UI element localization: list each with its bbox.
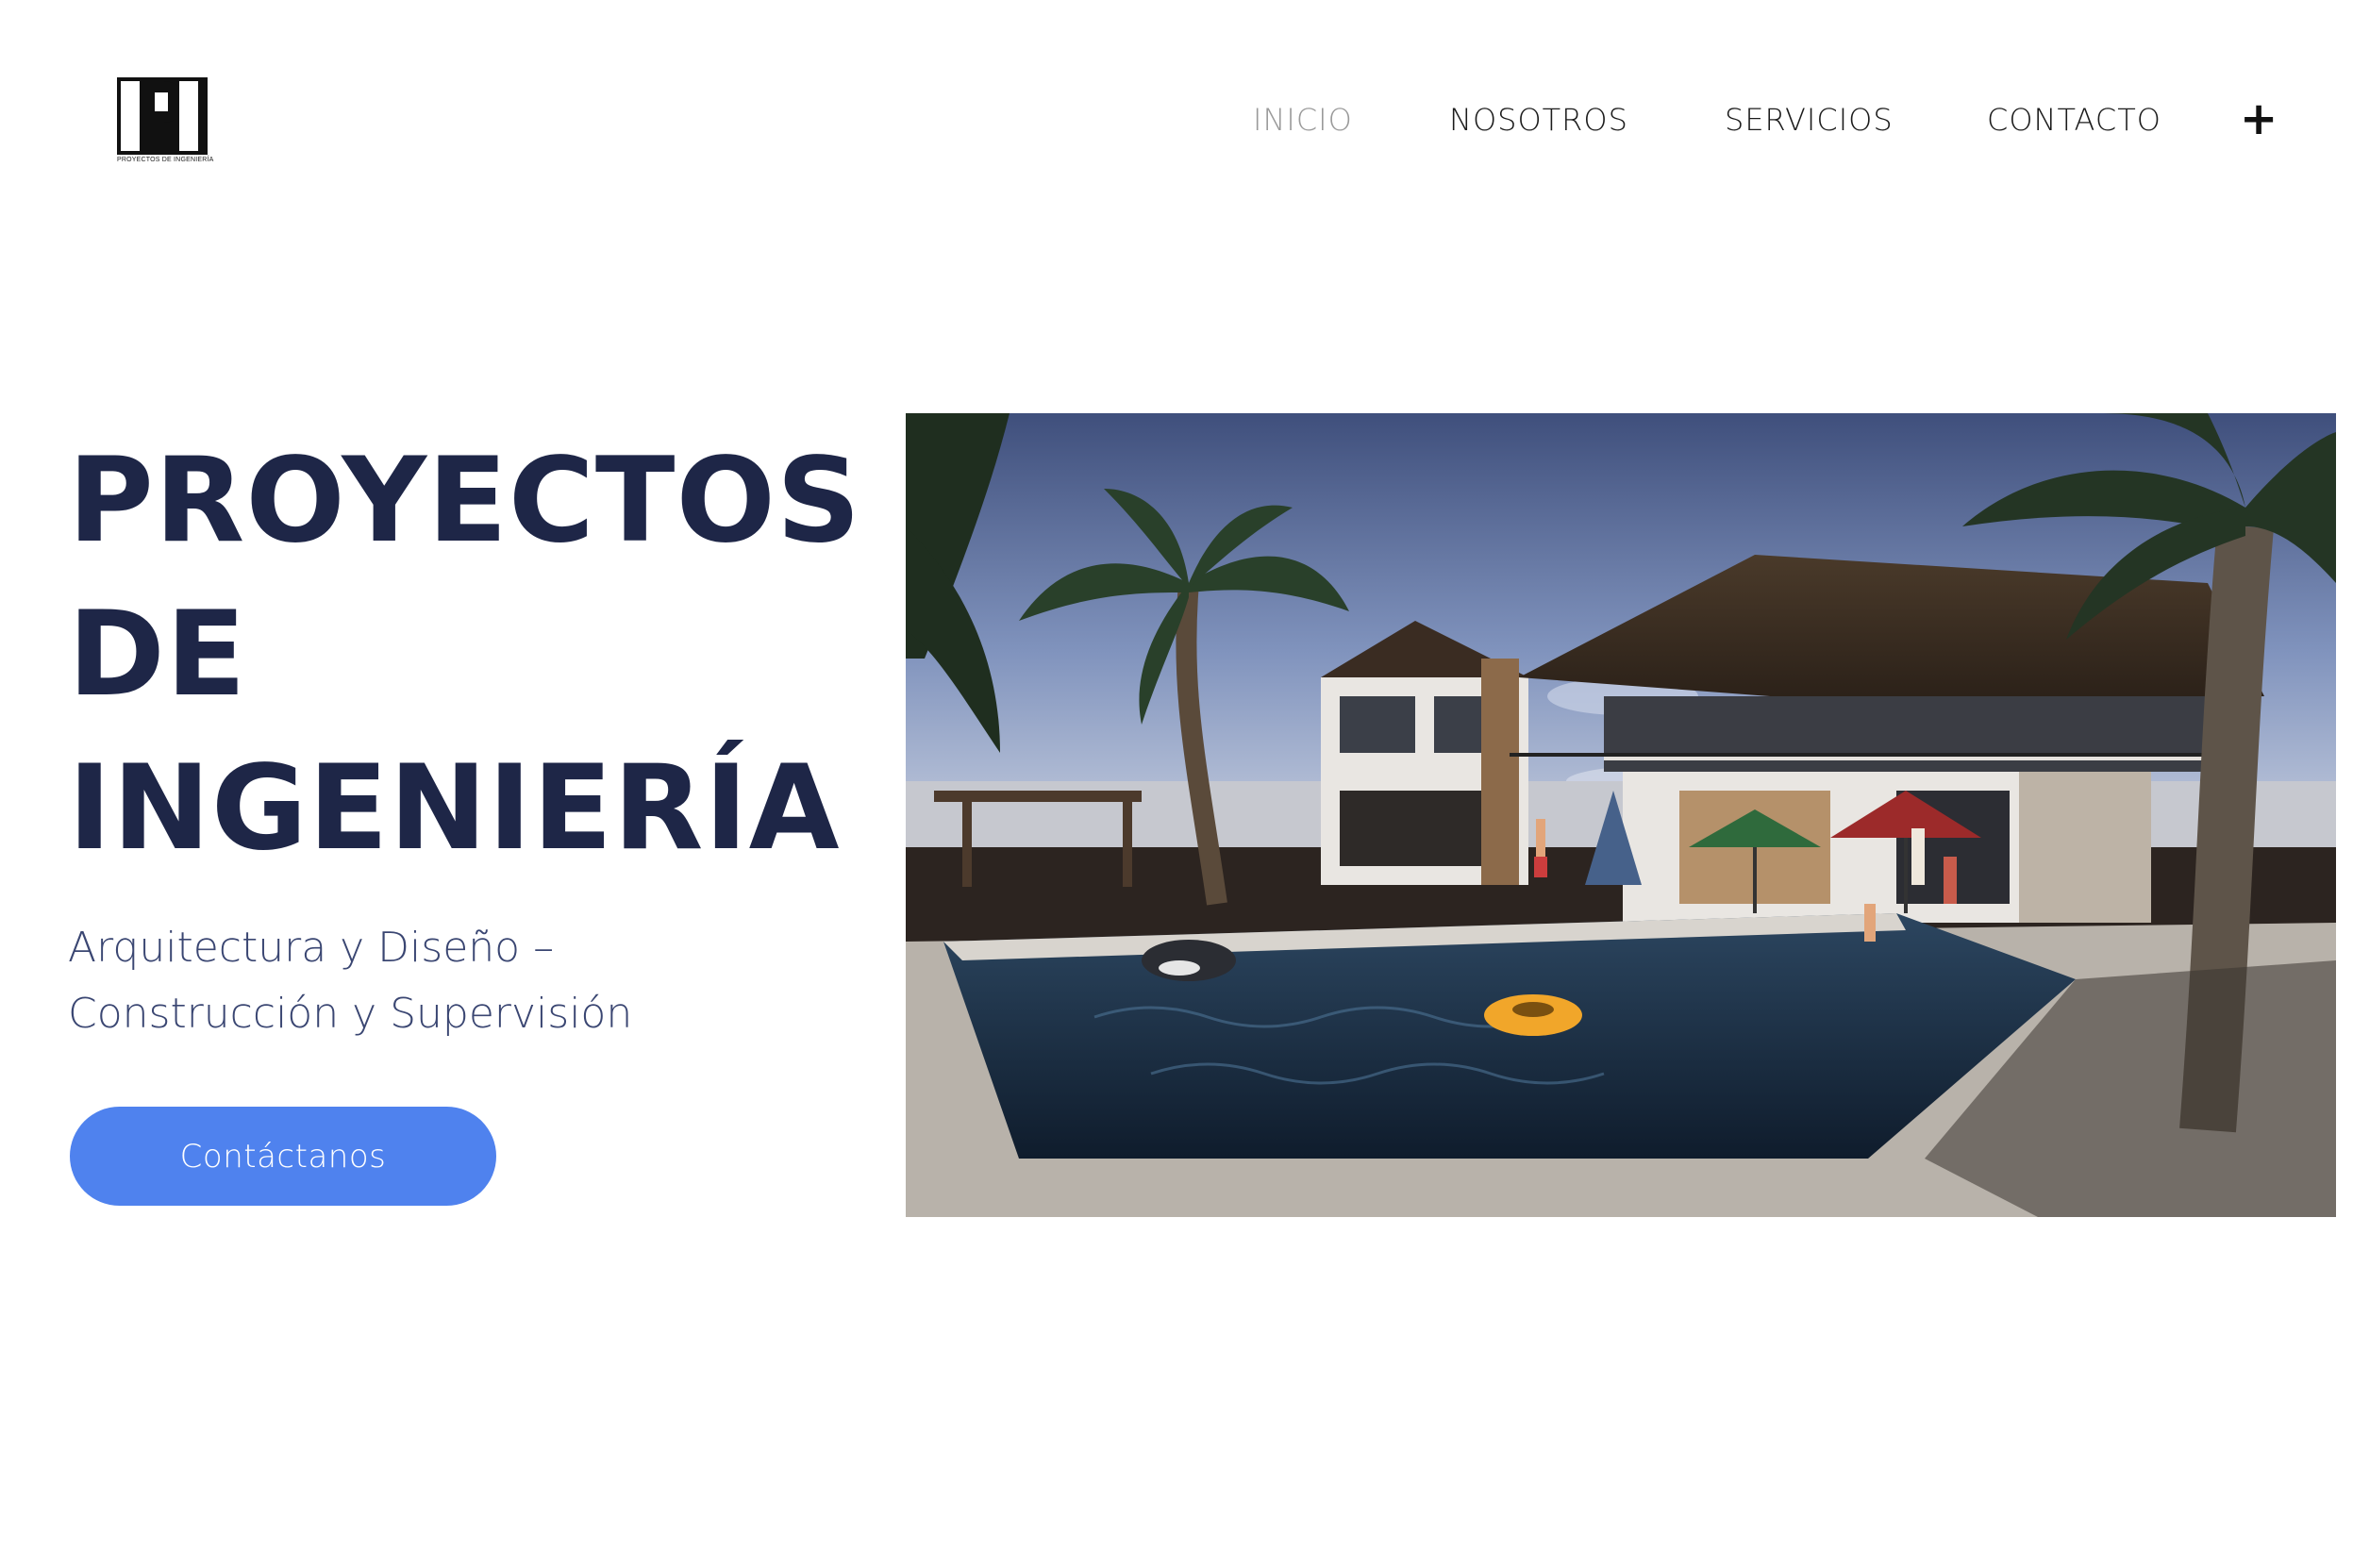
hero-subtitle: Arquitectura y Diseño – Construcción y S… bbox=[68, 915, 879, 1047]
nav-contacto[interactable]: CONTACTO bbox=[1987, 102, 2161, 138]
nav-servicios[interactable]: SERVICIOS bbox=[1725, 102, 1894, 138]
logo-subtitle: PROYECTOS DE INGENIERÍA bbox=[117, 157, 214, 163]
site-header: PROYECTOS DE INGENIERÍA INICIO NOSOTROS … bbox=[0, 0, 2353, 245]
hero-title: PROYECTOS DE INGENIERÍA bbox=[68, 425, 917, 886]
villa-pool-render bbox=[906, 413, 2336, 1217]
logo-link[interactable]: PROYECTOS DE INGENIERÍA bbox=[117, 77, 213, 168]
hero-image bbox=[906, 413, 2336, 1217]
nav-inicio[interactable]: INICIO bbox=[1253, 102, 1353, 138]
plus-icon[interactable]: + bbox=[2240, 92, 2278, 149]
hero-subtitle-line: Construcción y Supervisión bbox=[68, 990, 633, 1038]
contact-button[interactable]: Contáctanos bbox=[70, 1107, 496, 1206]
nav-nosotros[interactable]: NOSOTROS bbox=[1449, 102, 1628, 138]
hero-title-line: INGENIERÍA bbox=[68, 741, 841, 876]
hero-title-line: PROYECTOS bbox=[68, 433, 862, 569]
hero-subtitle-line: Arquitectura y Diseño – bbox=[68, 924, 555, 972]
hero-title-line: DE bbox=[68, 587, 247, 723]
logo-mark bbox=[117, 77, 208, 155]
